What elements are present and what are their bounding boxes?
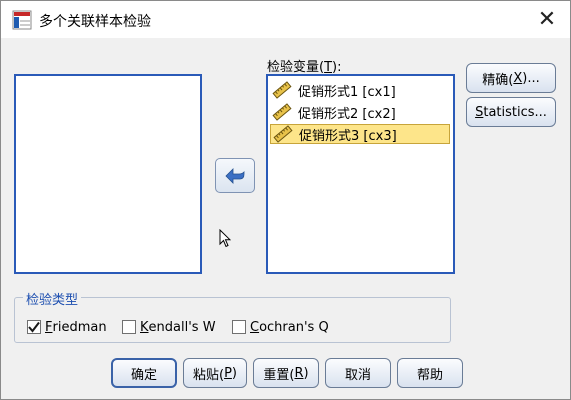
left-arrow-icon [225,167,245,184]
help-button[interactable]: 帮助 [397,358,463,388]
exact-mnemonic: X [513,70,523,86]
reset-button[interactable]: 重置(R) [253,358,319,388]
scale-ruler-icon [273,125,293,143]
scale-ruler-icon [272,81,292,99]
checkbox-box[interactable] [27,320,41,334]
close-icon: ✕ [537,7,557,32]
checkbox-box[interactable] [232,320,246,334]
paste-mnemonic: P [224,365,232,381]
checkbox-box[interactable] [122,320,136,334]
cancel-button-label: 取消 [344,367,371,383]
close-button[interactable]: ✕ [524,1,570,38]
help-button-label: 帮助 [416,367,443,383]
test-variable-item[interactable]: 促销形式2 [cx2] [270,102,450,122]
window-title: 多个关联样本检验 [39,14,151,30]
nonparametric-k-related-dialog: 多个关联样本检验 ✕ 检验变量(T): 促销形式1 [cx1] 促销形式2 [c… [0,0,571,400]
ok-button-label: 确定 [130,367,157,383]
cochrans-q-checkbox[interactable]: Cochran's Q [232,318,329,336]
scale-ruler-icon [272,103,292,121]
move-variable-button[interactable] [215,158,255,193]
test-variables-list[interactable]: 促销形式1 [cx1] 促销形式2 [cx2] 促销形式3 [cx3] [266,74,455,274]
cochrans-q-mnemonic: C [250,319,260,335]
statistics-mnemonic: S [475,104,484,120]
kendalls-w-mnemonic: K [140,319,149,335]
cancel-button[interactable]: 取消 [325,358,391,388]
reset-mnemonic: R [294,365,304,381]
exact-button-suffix: )... [522,70,540,86]
check-icon [28,321,40,333]
title-bar: 多个关联样本检验 ✕ [1,1,570,38]
test-type-legend: 检验类型 [23,289,82,308]
test-variable-item[interactable]: 促销形式1 [cx1] [270,80,450,100]
reset-button-label: 重置( [263,367,295,383]
test-variable-item-selected[interactable]: 促销形式3 [cx3] [270,124,450,144]
kendalls-w-checkbox[interactable]: Kendall's W [122,318,216,336]
statistics-button[interactable]: Statistics... [466,97,556,127]
exact-button[interactable]: 精确(X)... [466,63,556,93]
statistics-button-label: tatistics... [483,104,547,120]
cochrans-q-label: ochran's Q [259,319,329,335]
mouse-pointer-icon [219,229,231,248]
friedman-mnemonic: F [45,319,53,335]
ok-button[interactable]: 确定 [111,358,177,388]
friedman-label: riedman [52,319,107,335]
reset-button-suffix: ) [303,365,309,381]
spss-dialog-icon [12,10,32,30]
source-variable-list[interactable] [14,74,202,274]
paste-button-label: 粘贴( [193,367,225,383]
paste-button-suffix: ) [231,365,237,381]
exact-button-label: 精确( [482,72,514,88]
test-variable-label: 促销形式3 [cx3] [299,128,397,144]
test-variable-label: 促销形式2 [cx2] [298,106,396,122]
kendalls-w-label: endall's W [148,319,216,335]
test-variables-label: 检验变量(T): [267,60,342,75]
friedman-checkbox[interactable]: Friedman [27,318,107,336]
paste-button[interactable]: 粘贴(P) [183,358,247,388]
test-variable-label: 促销形式1 [cx1] [298,84,396,100]
